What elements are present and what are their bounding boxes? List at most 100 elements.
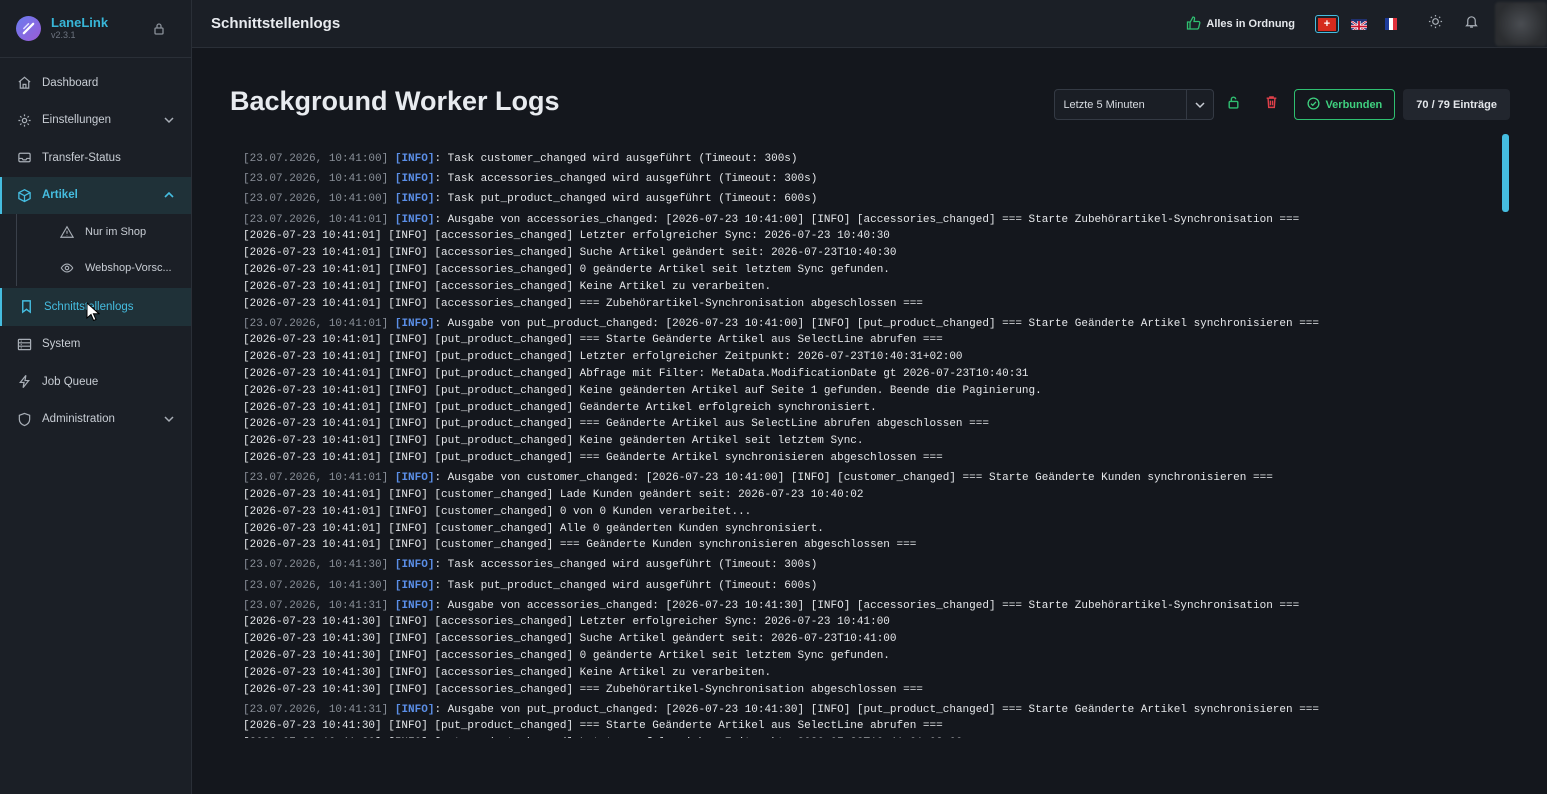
time-filter-value: Letzte 5 Minuten — [1063, 98, 1145, 111]
trash-icon — [1265, 95, 1278, 114]
log-entry-header: [23.07.2026, 10:41:00] [INFO]: Task cust… — [243, 151, 1503, 168]
theme-toggle-button[interactable] — [1417, 14, 1453, 34]
topbar: Schnittstellenlogs Alles in Ordnung + — [192, 0, 1547, 48]
system-status[interactable]: Alles in Ordnung — [1185, 15, 1295, 34]
language-ch-button[interactable]: + — [1315, 15, 1339, 33]
log-timestamp: [23.07.2026, 10:41:01] — [243, 213, 389, 226]
log-timestamp: [23.07.2026, 10:41:31] — [243, 599, 389, 612]
log-output-line: [2026-07-23 10:41:01] [INFO] [put_produc… — [243, 401, 877, 414]
gear-icon — [16, 112, 32, 128]
app-version: v2.3.1 — [51, 30, 76, 40]
log-entry-header: [23.07.2026, 10:41:00] [INFO]: Task put_… — [243, 191, 1503, 208]
log-message: : Ausgabe von put_product_changed: [2026… — [434, 317, 1319, 330]
log-entry: [23.07.2026, 10:41:31] [INFO]: Ausgabe v… — [243, 702, 1503, 738]
log-scrollbar[interactable] — [1502, 134, 1509, 212]
home-icon — [16, 75, 32, 91]
clear-logs-button[interactable] — [1252, 95, 1290, 114]
log-entry: [23.07.2026, 10:41:01] [INFO]: Ausgabe v… — [243, 470, 1503, 554]
log-message: : Task put_product_changed wird ausgefüh… — [434, 193, 818, 206]
sidebar-item-system[interactable]: System — [0, 326, 191, 364]
log-output-line: [2026-07-23 10:41:01] [INFO] [put_produc… — [243, 418, 989, 431]
log-output-line: [2026-07-23 10:41:30] [INFO] [put_produc… — [243, 735, 1503, 738]
sidebar-item-label: Einstellungen — [42, 114, 112, 127]
log-output-line: [2026-07-23 10:41:30] [INFO] [accessorie… — [243, 649, 890, 662]
unlock-button[interactable] — [1214, 95, 1252, 114]
log-output-line: [2026-07-23 10:41:01] [INFO] [accessorie… — [243, 230, 890, 243]
log-timestamp: [23.07.2026, 10:41:30] — [243, 559, 389, 572]
time-filter-select[interactable]: Letzte 5 Minuten — [1054, 89, 1215, 120]
log-entry-header: [23.07.2026, 10:41:30] [INFO]: Task acce… — [243, 557, 1503, 574]
log-output-line: [2026-07-23 10:41:01] [INFO] [put_produc… — [243, 435, 864, 448]
mouse-cursor — [86, 301, 101, 325]
log-level: [INFO] — [394, 703, 435, 716]
log-controls: Letzte 5 Minuten Verbunden 70 / 79 Eintr… — [1054, 89, 1510, 120]
log-timestamp: [23.07.2026, 10:41:31] — [243, 703, 389, 716]
log-output-line: [2026-07-23 10:41:30] [INFO] [put_produc… — [243, 720, 943, 733]
log-output-line: [2026-07-23 10:41:01] [INFO] [put_produc… — [243, 351, 963, 364]
sidebar-item-einstellungen[interactable]: Einstellungen — [0, 102, 191, 140]
bell-icon — [1464, 14, 1479, 34]
log-entry-header: [23.07.2026, 10:41:01] [INFO]: Ausgabe v… — [243, 316, 1503, 333]
sidebar: LaneLink v2.3.1 Dashboard Einstellungen … — [0, 0, 192, 794]
log-output-line: [2026-07-23 10:41:01] [INFO] [put_produc… — [243, 368, 1029, 381]
log-message: : Task accessories_changed wird ausgefüh… — [434, 559, 818, 572]
page-title: Schnittstellenlogs — [211, 15, 341, 32]
check-circle-icon — [1307, 96, 1325, 113]
connection-status-button[interactable]: Verbunden — [1294, 89, 1396, 120]
swiss-flag-icon: + — [1318, 17, 1336, 31]
sidebar-item-label: System — [42, 338, 81, 351]
log-entry-header: [23.07.2026, 10:41:31] [INFO]: Ausgabe v… — [243, 702, 1503, 719]
log-entry: [23.07.2026, 10:41:31] [INFO]: Ausgabe v… — [243, 598, 1503, 699]
avatar[interactable] — [1495, 2, 1547, 46]
sidebar-item-label: Dashboard — [42, 76, 99, 89]
inbox-icon — [16, 150, 32, 166]
log-output-line: [2026-07-23 10:41:01] [INFO] [customer_c… — [243, 505, 752, 518]
log-output-line: [2026-07-23 10:41:01] [INFO] [accessorie… — [243, 280, 772, 293]
sidebar-item-label: Nur im Shop — [85, 226, 147, 238]
log-entry-header: [23.07.2026, 10:41:31] [INFO]: Ausgabe v… — [243, 598, 1503, 615]
log-message: : Ausgabe von accessories_changed: [2026… — [434, 599, 1300, 612]
system-status-text: Alles in Ordnung — [1206, 18, 1295, 30]
log-level: [INFO] — [394, 213, 435, 226]
log-entry-header: [23.07.2026, 10:41:00] [INFO]: Task acce… — [243, 171, 1503, 188]
chevron-up-icon — [163, 189, 175, 204]
log-entry: [23.07.2026, 10:41:30] [INFO]: Task put_… — [243, 578, 1503, 595]
sidebar-item-administration[interactable]: Administration — [0, 401, 191, 439]
chevron-down-icon — [163, 413, 175, 428]
sidebar-item-label: Transfer-Status — [42, 151, 121, 164]
log-entry: [23.07.2026, 10:41:00] [INFO]: Task cust… — [243, 151, 1503, 168]
notifications-button[interactable] — [1453, 14, 1489, 34]
log-timestamp: [23.07.2026, 10:41:00] — [243, 193, 389, 206]
language-gb-button[interactable] — [1347, 15, 1371, 33]
eye-icon — [59, 260, 75, 276]
log-output-line: [2026-07-23 10:41:01] [INFO] [customer_c… — [243, 539, 917, 552]
log-output-line: [2026-07-23 10:41:01] [INFO] [accessorie… — [243, 297, 923, 310]
log-timestamp: [23.07.2026, 10:41:01] — [243, 472, 389, 485]
server-icon — [16, 336, 32, 352]
topbar-actions: Alles in Ordnung + — [1185, 0, 1547, 48]
sidebar-item-dashboard[interactable]: Dashboard — [0, 64, 191, 102]
sidebar-item-nur-im-shop[interactable]: Nur im Shop — [17, 214, 191, 250]
app-name: LaneLink — [51, 15, 109, 30]
sidebar-item-webshop-vorschau[interactable]: Webshop-Vorsc... — [17, 250, 191, 286]
connection-status-text: Verbunden — [1325, 98, 1383, 111]
chevron-down-icon — [1187, 99, 1213, 111]
log-entry-header: [23.07.2026, 10:41:30] [INFO]: Task put_… — [243, 578, 1503, 595]
sidebar-nav: Dashboard Einstellungen Transfer-Status … — [0, 58, 191, 438]
sidebar-item-job-queue[interactable]: Job Queue — [0, 363, 191, 401]
app-logo — [16, 16, 41, 41]
log-output-line: [2026-07-23 10:41:01] [INFO] [put_produc… — [243, 384, 1042, 397]
warning-icon — [59, 224, 75, 240]
sidebar-item-transfer-status[interactable]: Transfer-Status — [0, 139, 191, 177]
sidebar-item-label: Administration — [42, 413, 115, 426]
sidebar-item-schnittstellenlogs[interactable]: Schnittstellenlogs — [0, 288, 191, 326]
lock-icon[interactable] — [153, 22, 165, 40]
brand: LaneLink v2.3.1 — [0, 0, 191, 58]
log-entry-header: [23.07.2026, 10:41:01] [INFO]: Ausgabe v… — [243, 470, 1503, 487]
log-output-line: [2026-07-23 10:41:01] [INFO] [customer_c… — [243, 522, 824, 535]
log-level: [INFO] — [394, 173, 435, 186]
log-message: : Ausgabe von put_product_changed: [2026… — [434, 703, 1319, 716]
sidebar-item-artikel[interactable]: Artikel — [0, 176, 191, 214]
language-fr-button[interactable] — [1379, 15, 1403, 33]
logs-heading: Background Worker Logs — [230, 86, 560, 116]
